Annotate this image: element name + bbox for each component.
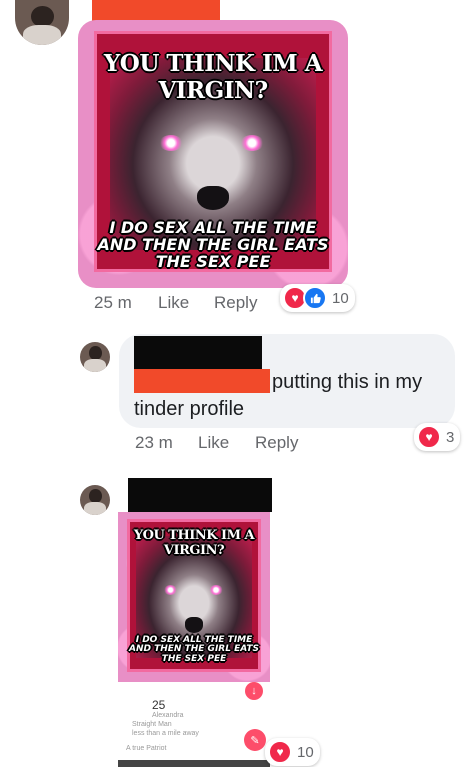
redacted-text — [134, 369, 270, 393]
redacted-name — [128, 478, 272, 512]
comment-text-line: putting this in my — [272, 371, 423, 393]
tinder-bio: A true Patriot — [126, 745, 167, 752]
reply-button[interactable]: Reply — [214, 293, 257, 313]
tinder-bottom-bar — [118, 760, 270, 767]
meme-bottom-text: I DO SEX ALL THE TIME AND THEN THE GIRL … — [118, 635, 270, 664]
meme-bottom-text: I DO SEX ALL THE TIME AND THEN THE GIRL … — [78, 219, 348, 271]
wolf-nose — [184, 617, 204, 633]
reaction-summary[interactable]: ♥ 10 — [265, 738, 320, 766]
avatar-body — [84, 501, 106, 515]
tinder-age: 25 — [152, 698, 166, 712]
avatar-head — [89, 489, 102, 503]
like-button[interactable]: Like — [158, 293, 189, 313]
tinder-detail: less than a mile away — [132, 730, 199, 737]
reaction-count: 10 — [332, 289, 349, 307]
thumbs-up-icon — [303, 286, 327, 310]
avatar-head — [89, 346, 102, 360]
avatar-body — [22, 25, 62, 45]
meme-top-text: YOU THINK IM A VIRGIN? — [133, 528, 255, 558]
like-button[interactable]: Like — [198, 433, 229, 453]
meme-top-text: YOU THINK IM A VIRGIN? — [103, 50, 323, 104]
avatar-body — [84, 358, 106, 372]
reaction-summary[interactable]: ♥ 3 — [414, 423, 461, 451]
commenter-avatar[interactable] — [80, 485, 110, 515]
meme-image[interactable]: YOU THINK IM A VIRGIN? I DO SEX ALL THE … — [78, 20, 348, 288]
commenter-avatar[interactable] — [15, 0, 69, 45]
attached-screenshot[interactable]: YOU THINK IM A VIRGIN? I DO SEX ALL THE … — [118, 512, 270, 767]
avatar-head — [31, 6, 54, 27]
tinder-detail: Alexandra — [152, 712, 184, 719]
meme-bottom-line: THE SEX PEE — [161, 653, 227, 664]
reply-button[interactable]: Reply — [255, 433, 298, 453]
reaction-summary[interactable]: ♥ 10 — [280, 284, 355, 312]
comment-time: 25 m — [94, 293, 132, 312]
tinder-detail: Straight Man — [132, 721, 172, 728]
comment-time: 23 m — [135, 433, 173, 452]
reaction-count: 10 — [297, 743, 314, 761]
heart-icon: ♥ — [417, 425, 441, 449]
comment-text-line: tinder profile — [134, 398, 245, 420]
commenter-avatar[interactable] — [80, 342, 110, 372]
pencil-icon: ✎ — [244, 729, 266, 751]
redacted-name — [134, 336, 262, 370]
meme-bottom-line: THE SEX PEE — [155, 251, 271, 271]
heart-icon: ♥ — [268, 740, 292, 764]
chevron-down-icon: ↓ — [245, 682, 263, 700]
reaction-count: 3 — [446, 428, 455, 446]
meme-image: YOU THINK IM A VIRGIN? I DO SEX ALL THE … — [118, 512, 270, 682]
